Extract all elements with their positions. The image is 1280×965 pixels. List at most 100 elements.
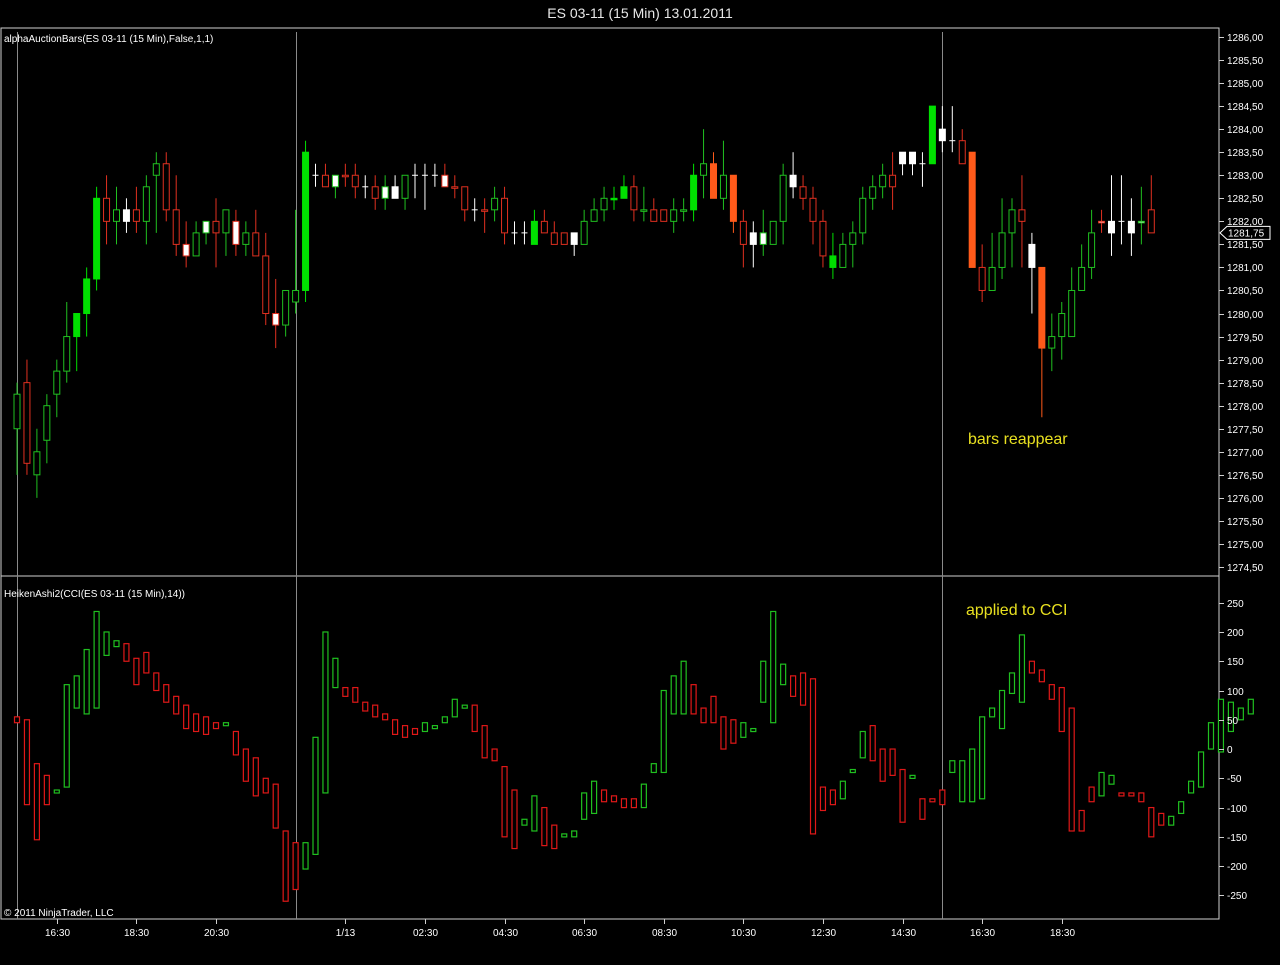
time-tick-label: 10:30 (731, 928, 756, 939)
price-bar-body (719, 174, 727, 199)
price-bar-body (809, 197, 817, 222)
price-bar-body (670, 209, 678, 222)
indicator-bar (899, 768, 906, 823)
price-bar (859, 186, 867, 245)
price-bar-body (829, 255, 837, 268)
indicator-tick-label: -100 (1227, 804, 1247, 815)
indicator-bar (1138, 792, 1145, 803)
time-tick-label: 1/13 (336, 928, 356, 939)
price-bar (690, 163, 698, 222)
price-bar (630, 175, 638, 222)
price-bar (63, 302, 71, 383)
price-tick-label: 1281,50 (1227, 240, 1264, 251)
indicator-bar (342, 686, 349, 697)
price-bar-body (560, 232, 568, 245)
indicator-bar (242, 748, 249, 782)
price-bar-body (1038, 266, 1046, 349)
last-price-label: 1281,75 (1228, 228, 1265, 239)
indicator-bar (302, 842, 309, 870)
price-bar (1137, 186, 1145, 245)
price-bar-body (749, 232, 757, 245)
price-bar-body (172, 209, 180, 245)
price-bar (1147, 175, 1155, 234)
price-bar-body (252, 232, 260, 257)
indicator-bar (332, 657, 339, 689)
price-bar (341, 163, 349, 187)
price-bar (769, 220, 777, 245)
indicator-bar (362, 701, 369, 712)
price-bar (919, 152, 926, 187)
time-tick-label: 20:30 (204, 928, 229, 939)
indicator-bar (710, 695, 717, 724)
indicator-tick-label: 250 (1227, 599, 1244, 610)
indicator-bar (571, 830, 578, 838)
price-bar-body (759, 232, 767, 245)
indicator-bar (561, 833, 568, 838)
price-bar-body (988, 266, 996, 291)
price-tick-label: 1285,00 (1227, 79, 1264, 90)
price-bar (321, 163, 329, 188)
indicator-bar (720, 716, 727, 750)
price-bar-body (710, 163, 717, 199)
price-bar (451, 175, 459, 199)
price-bar (570, 232, 578, 256)
price-bar-body (819, 220, 827, 257)
price-bar (829, 232, 837, 279)
price-annotation: bars reappear (968, 431, 1068, 448)
indicator-bar (590, 780, 598, 815)
price-bar-body (242, 232, 250, 245)
price-bar (113, 186, 120, 245)
price-bar (909, 151, 916, 176)
price-bar (998, 198, 1006, 279)
indicator-tick-label: -150 (1227, 833, 1247, 844)
indicator-bar (909, 774, 916, 779)
indicator-bar (411, 727, 419, 736)
price-bar (23, 359, 31, 475)
price-bar (1028, 232, 1036, 314)
price-bar (222, 209, 230, 256)
price-bar-body (849, 232, 857, 245)
time-tick-label: 08:30 (652, 928, 677, 939)
price-tick-label: 1281,00 (1227, 263, 1264, 274)
indicator-bar (312, 736, 319, 855)
price-bar-body (859, 197, 867, 234)
price-bar (938, 106, 946, 153)
price-bar (481, 198, 489, 233)
price-bar (650, 198, 658, 222)
price-bar-body (481, 209, 489, 212)
price-bar (590, 198, 598, 222)
indicator-bar (511, 789, 518, 850)
indicator-bars (13, 610, 1254, 902)
indicator-bar (1028, 660, 1036, 674)
indicator-bar (352, 686, 359, 703)
price-bar-body (1108, 220, 1115, 234)
copyright-text: © 2011 NinjaTrader, LLC (4, 908, 114, 919)
price-bar-body (262, 255, 270, 315)
price-bar-body (690, 174, 698, 211)
indicator-tick-label: -200 (1227, 862, 1247, 873)
price-bar-body (222, 209, 230, 234)
price-bar-body (113, 209, 120, 222)
price-tick-label: 1278,50 (1227, 379, 1264, 390)
price-bar-body (331, 174, 339, 188)
price-bar-body (73, 313, 81, 338)
price-bar-body (978, 266, 986, 291)
price-bar-body (640, 209, 648, 212)
indicator-bar (372, 704, 379, 718)
price-tick-label: 1283,50 (1227, 148, 1264, 159)
indicator-bar (939, 789, 946, 806)
price-bar (530, 209, 538, 245)
price-bar (729, 174, 737, 233)
indicator-bar (670, 675, 677, 715)
indicator-bar (133, 657, 140, 686)
price-bar (282, 289, 290, 337)
indicator-bar (143, 651, 150, 674)
indicator-bar (183, 704, 190, 730)
price-bar (889, 152, 897, 210)
indicator-bar (1038, 669, 1045, 683)
price-bar-body (1058, 313, 1066, 338)
price-bar-body (620, 186, 628, 199)
indicator-bar (979, 716, 986, 800)
price-bar-body (600, 197, 608, 211)
price-bar-body (729, 174, 737, 222)
